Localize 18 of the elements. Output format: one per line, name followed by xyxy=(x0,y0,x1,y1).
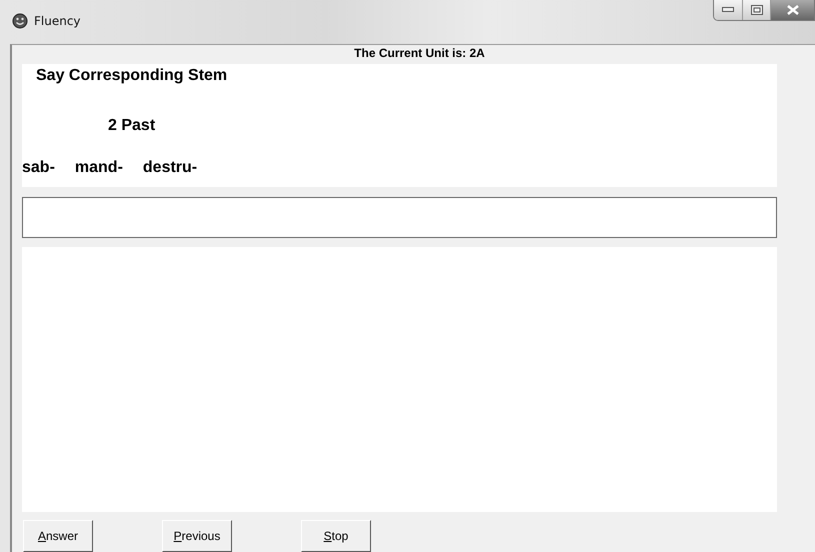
minimize-icon xyxy=(722,7,734,13)
close-button[interactable] xyxy=(770,0,814,20)
instruction-text: Say Corresponding Stem xyxy=(35,66,228,86)
action-button[interactable]: Stop xyxy=(301,520,371,552)
stem-word: sab- xyxy=(22,159,55,177)
minimize-button[interactable] xyxy=(714,0,742,20)
tense-label: 2 Past xyxy=(107,116,156,136)
window-title: Fluency xyxy=(34,14,81,28)
action-button[interactable]: Answer xyxy=(23,520,93,552)
stem-word: mand- xyxy=(74,159,123,177)
action-button[interactable]: Previous xyxy=(162,520,232,552)
answer-field[interactable] xyxy=(22,197,777,238)
stem-word: destru- xyxy=(142,159,198,177)
smiley-icon xyxy=(12,13,28,29)
close-icon xyxy=(786,5,798,15)
maximize-button[interactable] xyxy=(742,0,770,20)
maximize-icon xyxy=(750,5,762,15)
unit-label: The Current Unit is: 2A xyxy=(353,45,486,62)
